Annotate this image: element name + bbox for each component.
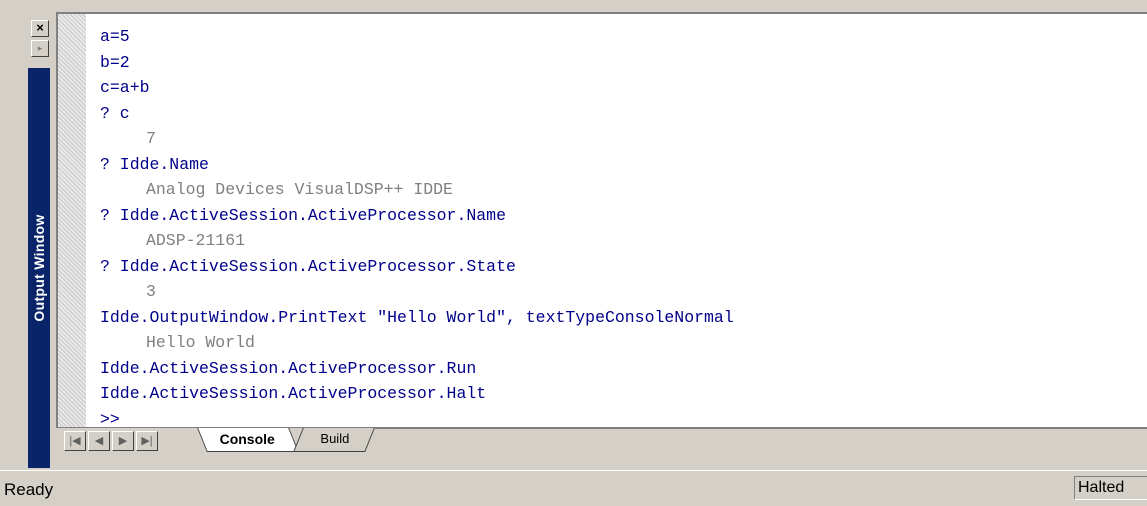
console-command-line: b=2 (100, 52, 130, 72)
next-tab-icon[interactable]: ▶ (112, 431, 134, 451)
status-bar: Ready Halted (0, 470, 1147, 506)
close-icon[interactable]: × (31, 20, 49, 37)
tab-bar: |◀ ◀ ▶ ▶| Console Build (56, 427, 1147, 454)
console-command-line: ? c (100, 103, 130, 123)
first-tab-icon[interactable]: |◀ (64, 431, 86, 451)
panel-gutter (58, 14, 86, 427)
tab-build-label: Build (319, 431, 349, 446)
console-output-line: 3 (146, 282, 156, 301)
status-text: Ready (4, 480, 54, 499)
maximize-icon[interactable]: ▸ (31, 40, 49, 57)
console-command-line: Idde.OutputWindow.PrintText "Hello World… (100, 307, 734, 327)
console-lines[interactable]: a=5 b=2 c=a+b ? c 7 ? Idde.Name Analog Devices… (100, 24, 1147, 432)
processor-state: Halted (1074, 476, 1147, 500)
console-command-line: a=5 (100, 27, 130, 46)
console-command-line: c=a+b (100, 78, 150, 97)
console-output-line: 7 (146, 129, 156, 148)
prev-tab-icon[interactable]: ◀ (88, 431, 110, 451)
dock-strip: × ▸ Output Window (0, 0, 56, 470)
output-panel[interactable]: a=5 b=2 c=a+b ? c 7 ? Idde.Name Analog Devices… (56, 12, 1147, 429)
tab-console[interactable]: Console (197, 428, 299, 452)
tab-build[interactable]: Build (293, 428, 375, 452)
console-command-line: Idde.ActiveSession.ActiveProcessor.Run (100, 358, 477, 378)
console-command-line: ? Idde.Name (100, 154, 209, 174)
console-output-line: Hello World (146, 333, 255, 352)
output-window-titlebar[interactable]: Output Window (28, 68, 50, 468)
console-output-line: Analog Devices VisualDSP++ IDDE (146, 180, 453, 199)
console-command-line: ? Idde.ActiveSession.ActiveProcessor.Nam… (100, 205, 506, 225)
console-command-line: Idde.ActiveSession.ActiveProcessor.Halt (100, 384, 487, 403)
tab-console-label: Console (219, 431, 276, 447)
tab-divider (374, 428, 1147, 429)
console-output-line: ADSP-21161 (146, 231, 246, 250)
window-title: Output Window (31, 214, 47, 322)
console-command-line: ? Idde.ActiveSession.ActiveProcessor.Sta… (100, 256, 516, 276)
last-tab-icon[interactable]: ▶| (136, 431, 158, 451)
